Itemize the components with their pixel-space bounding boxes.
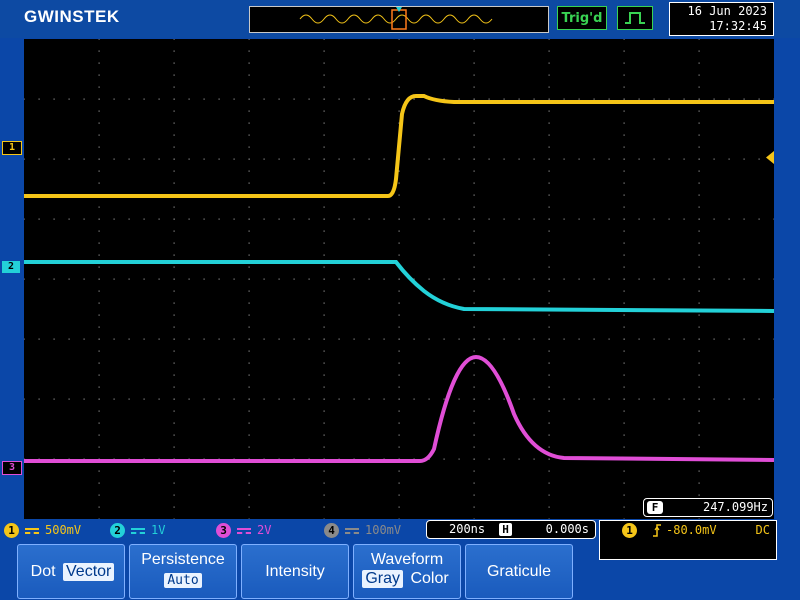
ch2-waveform bbox=[24, 260, 774, 313]
frequency-value: 247.099Hz bbox=[702, 500, 768, 514]
intensity-title: Intensity bbox=[265, 563, 325, 580]
dc-coupling-icon bbox=[25, 527, 39, 534]
graticule-softkey[interactable]: Graticule bbox=[465, 544, 573, 599]
ch2-ground-marker[interactable]: 2 bbox=[2, 261, 20, 273]
trigger-source: 1 bbox=[622, 523, 637, 538]
trigger-info[interactable]: 1 -80.0mV DC bbox=[599, 520, 777, 560]
time-text: 17:32:45 bbox=[709, 19, 767, 33]
gray-option: Gray bbox=[362, 570, 403, 588]
timebase-position: 0.000s bbox=[545, 522, 589, 536]
waveform-traces bbox=[24, 94, 774, 463]
vector-option: Vector bbox=[63, 563, 115, 581]
ch3-ground-marker[interactable]: 3 bbox=[2, 461, 22, 475]
dc-coupling-icon bbox=[345, 527, 359, 534]
ch1-scale: 500mV bbox=[45, 523, 82, 537]
ch1-ground-marker[interactable]: 1 bbox=[2, 141, 22, 155]
ch4-status[interactable]: 4 100mV bbox=[324, 521, 401, 539]
persistence-value: Auto bbox=[164, 573, 202, 588]
pulse-icon bbox=[625, 12, 645, 24]
waveform-softkey[interactable]: Waveform Gray Color bbox=[353, 544, 461, 599]
trigger-coupling: DC bbox=[755, 523, 770, 537]
ch1-waveform bbox=[24, 94, 774, 198]
ch3-scale: 2V bbox=[257, 523, 272, 537]
horizontal-position-icon: H bbox=[499, 523, 512, 536]
ch2-scale: 1V bbox=[151, 523, 166, 537]
waveform-title: Waveform bbox=[370, 551, 444, 568]
date-time-display: 16 Jun 2023 17:32:45 bbox=[669, 2, 774, 36]
ch3-waveform bbox=[24, 354, 774, 463]
waveform-display bbox=[24, 39, 774, 519]
intensity-softkey[interactable]: Intensity bbox=[241, 544, 349, 599]
dc-coupling-icon bbox=[131, 527, 145, 534]
top-bar: GWINSTEK Trig'd 16 Jun 2023 17:32:45 bbox=[0, 0, 800, 38]
overview-waveform bbox=[299, 7, 493, 30]
date-text: 16 Jun 2023 bbox=[687, 4, 767, 18]
persistence-softkey[interactable]: Persistence Auto bbox=[129, 544, 237, 599]
dot-option: Dot bbox=[30, 563, 56, 580]
persistence-title: Persistence bbox=[141, 551, 225, 568]
ch1-status[interactable]: 1 500mV bbox=[4, 521, 81, 539]
ch2-status[interactable]: 2 1V bbox=[110, 521, 165, 539]
acquire-mode-icon[interactable] bbox=[617, 6, 653, 30]
ch4-scale: 100mV bbox=[365, 523, 402, 537]
trigger-status-badge: Trig'd bbox=[557, 6, 607, 30]
ch3-status[interactable]: 3 2V bbox=[216, 521, 271, 539]
dc-coupling-icon bbox=[237, 527, 251, 534]
rising-edge-icon bbox=[653, 524, 661, 537]
trigger-level-marker bbox=[766, 151, 774, 164]
trigger-level: -80.0mV bbox=[666, 523, 717, 537]
timebase-readout[interactable]: 200ns H 0.000s bbox=[426, 520, 596, 539]
brand-logo: GWINSTEK bbox=[24, 7, 120, 26]
frequency-label: F bbox=[647, 501, 663, 514]
frequency-counter: F 247.099Hz bbox=[643, 498, 773, 517]
color-option: Color bbox=[410, 570, 449, 587]
dot-vector-softkey[interactable]: Dot Vector bbox=[17, 544, 125, 599]
waveform-overview bbox=[249, 6, 549, 33]
graticule-title: Graticule bbox=[486, 563, 552, 580]
timebase-scale: 200ns bbox=[449, 522, 486, 536]
